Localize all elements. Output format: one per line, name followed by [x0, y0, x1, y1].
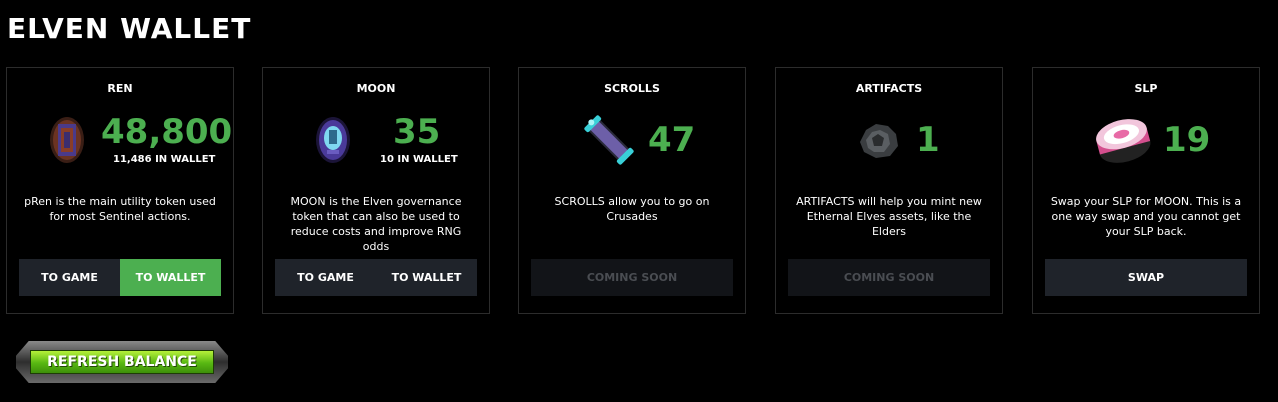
coming-soon-button: COMING SOON — [531, 259, 733, 296]
slp-amount: 19 — [1163, 120, 1211, 160]
page-title: ELVEN WALLET — [7, 12, 252, 45]
to-game-button[interactable]: TO GAME — [275, 259, 376, 296]
card-description: pRen is the main utility token used for … — [24, 195, 216, 223]
card-description: SCROLLS allow you to go on Crusades — [554, 195, 710, 223]
moon-token-icon — [316, 117, 350, 163]
moon-card: MOON 35 10 IN WALLET MOON is the Elven g… — [262, 67, 490, 314]
card-description: Swap your SLP for MOON. This is a one wa… — [1050, 195, 1242, 238]
swap-button[interactable]: SWAP — [1045, 259, 1247, 296]
moon-wallet-balance: 10 IN WALLET — [380, 154, 458, 165]
card-title: SLP — [1134, 82, 1158, 95]
scrolls-amount: 47 — [648, 120, 696, 160]
to-game-button[interactable]: TO GAME — [19, 259, 120, 296]
ren-wallet-balance: 11,486 IN WALLET — [113, 154, 216, 165]
card-description: ARTIFACTS will help you mint new Etherna… — [796, 195, 982, 238]
artifact-icon — [860, 124, 898, 158]
slp-token-icon — [1096, 119, 1151, 163]
card-title: REN — [107, 82, 133, 95]
ren-token-icon — [50, 117, 84, 163]
ren-card: REN 48,800 11,486 IN WALLET pRen is the … — [6, 67, 234, 314]
card-title: SCROLLS — [604, 82, 660, 95]
card-description: MOON is the Elven governance token that … — [290, 195, 462, 253]
artifacts-card: ARTIFACTS 1 ARTIFACTS will help you mint… — [775, 67, 1003, 314]
card-title: MOON — [356, 82, 396, 95]
to-wallet-button[interactable]: TO WALLET — [376, 259, 477, 296]
to-wallet-button[interactable]: TO WALLET — [120, 259, 221, 296]
slp-card: SLP 19 Swap your SLP for MOON. This is a… — [1032, 67, 1260, 314]
coming-soon-button: COMING SOON — [788, 259, 990, 296]
refresh-balance-button[interactable]: REFRESH BALANCE — [16, 341, 228, 383]
artifacts-amount: 1 — [916, 120, 940, 160]
refresh-balance-label: REFRESH BALANCE — [30, 350, 214, 374]
scroll-icon — [584, 115, 634, 165]
card-title: ARTIFACTS — [855, 82, 923, 95]
scrolls-card: SCROLLS 47 SCROLLS allow you to go on Cr… — [518, 67, 746, 314]
ren-amount: 48,800 — [101, 112, 233, 152]
moon-amount: 35 — [393, 112, 441, 152]
